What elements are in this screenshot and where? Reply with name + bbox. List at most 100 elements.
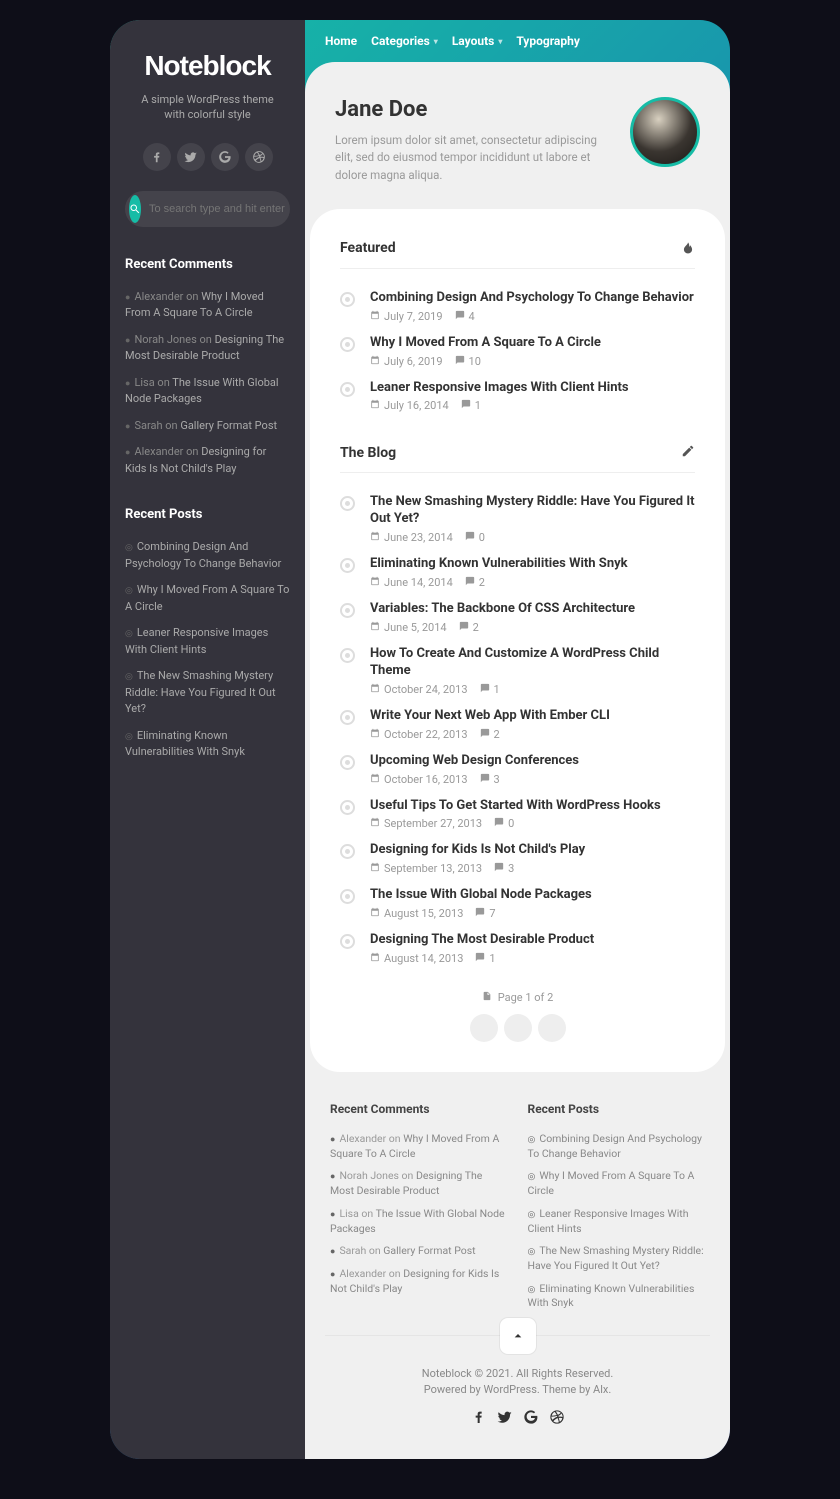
twitter-icon[interactable]	[177, 143, 205, 171]
blog-post: Designing for Kids Is Not Child's Play S…	[340, 836, 695, 881]
radio-icon	[340, 648, 355, 663]
content: Jane Doe Lorem ipsum dolor sit amet, con…	[305, 62, 730, 1459]
blog-post: The New Smashing Mystery Riddle: Have Yo…	[340, 488, 695, 550]
facebook-icon[interactable]	[143, 143, 171, 171]
post-link[interactable]: Why I Moved From A Square To A Circle	[528, 1169, 695, 1197]
author-name: Jane Doe	[335, 97, 610, 132]
blog-post: Variables: The Backbone Of CSS Architect…	[340, 595, 695, 640]
facebook-icon[interactable]	[471, 1409, 487, 1429]
comment-link[interactable]: Gallery Format Post	[383, 1244, 475, 1257]
twitter-icon[interactable]	[497, 1409, 513, 1429]
search-input[interactable]	[141, 203, 299, 215]
footer-widgets: Recent Comments ●Alexander on Why I Move…	[305, 1072, 730, 1335]
social-links	[110, 143, 305, 191]
posts-card: Featured Combining Design And Psychology…	[310, 209, 725, 1072]
author-bio: Lorem ipsum dolor sit amet, consectetur …	[335, 132, 610, 184]
post-title[interactable]: Designing The Most Desirable Product	[370, 932, 695, 949]
featured-heading: Featured	[340, 239, 695, 269]
post-title[interactable]: Leaner Responsive Images With Client Hin…	[370, 380, 695, 397]
nav-layouts[interactable]: Layouts▾	[452, 34, 503, 48]
section-title: Featured	[340, 240, 396, 256]
google-icon[interactable]	[211, 143, 239, 171]
post-link[interactable]: The New Smashing Mystery Riddle: Have Yo…	[125, 669, 276, 715]
post-title[interactable]: Variables: The Backbone Of CSS Architect…	[370, 601, 695, 618]
widget-title: Recent Posts	[528, 1102, 706, 1128]
page-button[interactable]	[504, 1014, 532, 1042]
post-link[interactable]: Combining Design And Psychology To Chang…	[125, 540, 281, 570]
site-logo[interactable]: Noteblock	[110, 20, 305, 92]
post-title[interactable]: Combining Design And Psychology To Chang…	[370, 290, 695, 307]
post-link[interactable]: Eliminating Known Vulnerabilities With S…	[528, 1282, 695, 1310]
blog-post: Useful Tips To Get Started With WordPres…	[340, 792, 695, 837]
google-icon[interactable]	[523, 1409, 539, 1429]
comment-item: ●Alexander on Why I Moved From A Square …	[330, 1128, 508, 1165]
post-link-item: ◎The New Smashing Mystery Riddle: Have Y…	[528, 1240, 706, 1277]
radio-icon	[340, 603, 355, 618]
post-link-item: ◎The New Smashing Mystery Riddle: Have Y…	[125, 663, 290, 723]
nav-typography[interactable]: Typography	[516, 34, 580, 48]
post-link[interactable]: Eliminating Known Vulnerabilities With S…	[125, 729, 245, 759]
author-header: Jane Doe Lorem ipsum dolor sit amet, con…	[305, 62, 730, 209]
calendar-icon	[370, 773, 380, 786]
blog-post: Upcoming Web Design Conferences October …	[340, 747, 695, 792]
section-title: The Blog	[340, 445, 396, 461]
bullet-icon: ◎	[125, 732, 133, 742]
post-link[interactable]: Combining Design And Psychology To Chang…	[528, 1132, 703, 1160]
page-button[interactable]	[470, 1014, 498, 1042]
post-title[interactable]: The New Smashing Mystery Riddle: Have Yo…	[370, 494, 695, 528]
nav-categories[interactable]: Categories▾	[371, 34, 438, 48]
comment-link[interactable]: Gallery Format Post	[180, 419, 277, 432]
nav-home[interactable]: Home	[325, 34, 357, 48]
post-title[interactable]: Upcoming Web Design Conferences	[370, 753, 695, 770]
post-title[interactable]: Why I Moved From A Square To A Circle	[370, 335, 695, 352]
bullet-icon: ●	[125, 293, 130, 303]
calendar-icon	[370, 817, 380, 830]
bullet-icon: ●	[125, 422, 130, 432]
post-title[interactable]: Write Your Next Web App With Ember CLI	[370, 708, 695, 725]
radio-icon	[340, 382, 355, 397]
bullet-icon: ◎	[528, 1172, 536, 1182]
post-link[interactable]: Leaner Responsive Images With Client Hin…	[125, 626, 268, 656]
comment-icon	[494, 817, 504, 830]
comment-item: ●Alexander on Designing for Kids Is Not …	[330, 1263, 508, 1300]
search-button[interactable]	[129, 195, 141, 223]
widget-recent-comments: Recent Comments ●Alexander on Why I Move…	[110, 257, 305, 508]
widget-title: Recent Comments	[330, 1102, 508, 1128]
comment-icon	[475, 907, 485, 920]
post-title[interactable]: How To Create And Customize A WordPress …	[370, 646, 695, 680]
dribbble-icon[interactable]	[245, 143, 273, 171]
page-indicator: Page 1 of 2	[498, 991, 554, 1004]
post-link[interactable]: Why I Moved From A Square To A Circle	[125, 583, 289, 613]
calendar-icon	[370, 907, 380, 920]
radio-icon	[340, 934, 355, 949]
footer-recent-comments: Recent Comments ●Alexander on Why I Move…	[330, 1102, 508, 1315]
calendar-icon	[370, 576, 380, 589]
back-to-top-button[interactable]	[500, 1318, 536, 1354]
post-link[interactable]: The New Smashing Mystery Riddle: Have Yo…	[528, 1244, 704, 1272]
radio-icon	[340, 558, 355, 573]
fire-icon	[681, 239, 695, 258]
comment-icon	[494, 862, 504, 875]
post-title[interactable]: The Issue With Global Node Packages	[370, 887, 695, 904]
comment-icon	[480, 683, 490, 696]
calendar-icon	[370, 952, 380, 965]
bullet-icon: ◎	[528, 1285, 536, 1295]
post-title[interactable]: Useful Tips To Get Started With WordPres…	[370, 798, 695, 815]
main: Home Categories▾ Layouts▾ Typography Jan…	[305, 20, 730, 1459]
page-button[interactable]	[538, 1014, 566, 1042]
comment-item: ●Norah Jones on Designing The Most Desir…	[125, 327, 290, 370]
comment-icon	[455, 310, 465, 323]
calendar-icon	[370, 399, 380, 412]
dribbble-icon[interactable]	[549, 1409, 565, 1429]
blog-post: Write Your Next Web App With Ember CLI O…	[340, 702, 695, 747]
comment-icon	[475, 952, 485, 965]
pagination: Page 1 of 2	[340, 971, 695, 1042]
post-link[interactable]: Leaner Responsive Images With Client Hin…	[528, 1207, 689, 1235]
footer-bottom: Noteblock © 2021. All Rights Reserved. P…	[325, 1335, 710, 1459]
post-link-item: ◎Combining Design And Psychology To Chan…	[125, 534, 290, 577]
post-title[interactable]: Eliminating Known Vulnerabilities With S…	[370, 556, 695, 573]
post-link-item: ◎Why I Moved From A Square To A Circle	[125, 577, 290, 620]
comment-icon	[465, 531, 475, 544]
comment-icon	[461, 399, 471, 412]
post-title[interactable]: Designing for Kids Is Not Child's Play	[370, 842, 695, 859]
